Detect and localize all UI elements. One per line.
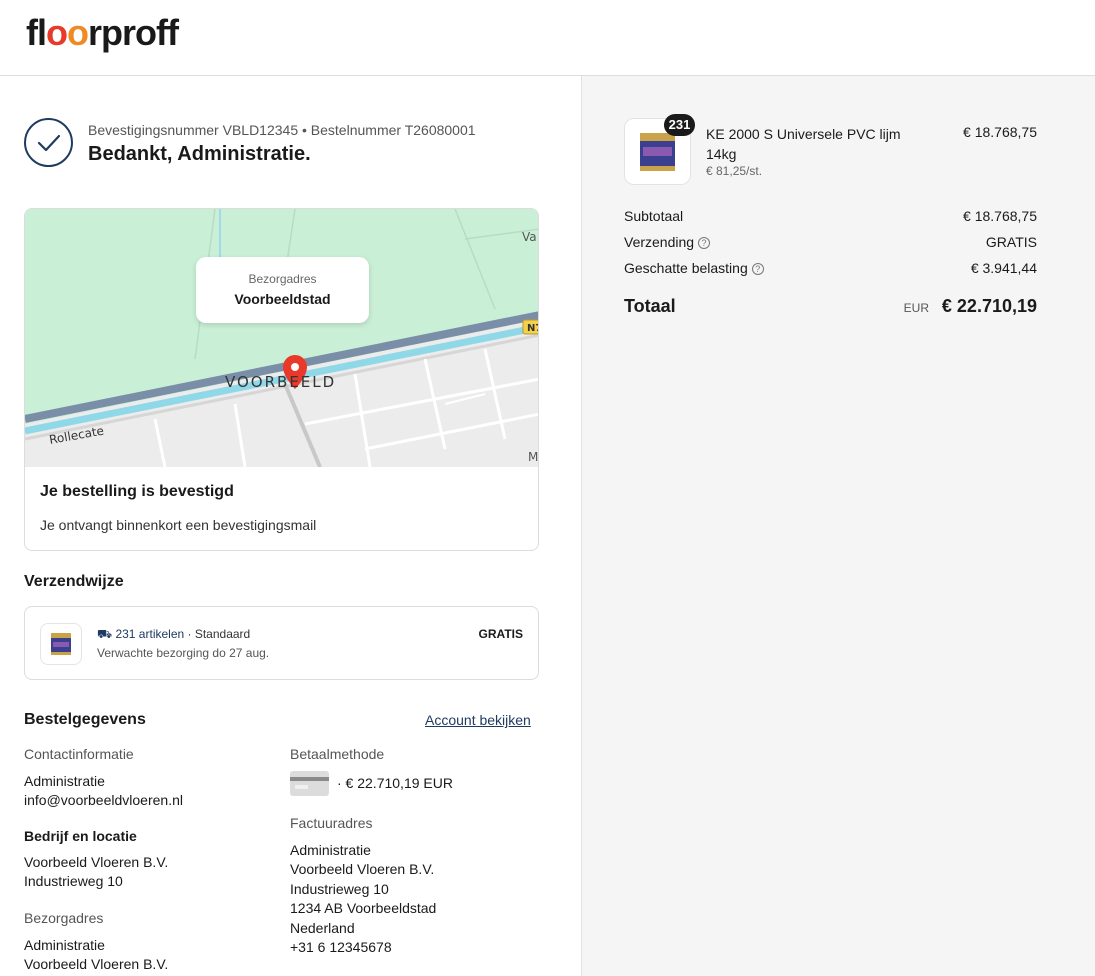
subtotal-value: € 18.768,75 <box>963 208 1037 224</box>
shipping-card: ⛟ 231 artikelen · Standaard Verwachte be… <box>24 606 539 680</box>
subtotal-row: Subtotaal € 18.768,75 <box>624 208 1037 224</box>
total-value: € 22.710,19 <box>941 296 1037 316</box>
product-thumbnail <box>40 623 82 665</box>
tax-value: € 3.941,44 <box>970 260 1037 276</box>
credit-card-icon <box>290 771 329 796</box>
delivery-name: Administratie <box>24 937 105 953</box>
billing-line: +31 6 12345678 <box>290 939 392 955</box>
total-currency: EUR <box>903 301 929 315</box>
map-label-edge-top: Va <box>522 230 537 244</box>
logo-part: o <box>46 12 68 53</box>
main-column: Bevestigingsnummer VBLD12345 • Bestelnum… <box>0 76 581 976</box>
order-confirmed-card: VOORBEELD Rollecate N7 Va M Bezorgadres … <box>24 208 539 551</box>
items-link[interactable]: 231 artikelen <box>115 627 184 641</box>
logo-part: o <box>67 12 89 53</box>
confirmed-title: Je bestelling is bevestigd <box>40 483 234 500</box>
logo-part: fl <box>26 12 47 53</box>
shipping-label: Verzending <box>624 234 695 250</box>
map-label-edge-bottom: M <box>528 450 538 464</box>
info-icon[interactable]: ? <box>698 237 711 250</box>
company-name: Voorbeeld Vloeren B.V. <box>24 854 169 870</box>
tax-label: Geschatte belasting <box>624 260 748 276</box>
account-link[interactable]: Account bekijken <box>425 712 531 728</box>
delivery-company: Voorbeeld Vloeren B.V. <box>24 956 169 972</box>
delivery-label: Bezorgadres <box>24 910 104 926</box>
delivery-address-popup: Bezorgadres Voorbeeldstad <box>196 257 369 323</box>
confirmed-subtitle: Je ontvangt binnenkort een bevestigingsm… <box>40 517 317 533</box>
info-icon[interactable]: ? <box>751 263 764 276</box>
delivery-map[interactable]: VOORBEELD Rollecate N7 Va M Bezorgadres … <box>25 209 539 468</box>
header: floorproff <box>0 0 1095 76</box>
map-road-badge: N7 <box>527 323 539 334</box>
confirmation-numbers: Bevestigingsnummer VBLD12345 • Bestelnum… <box>88 122 476 138</box>
shipping-summary: ⛟ 231 artikelen · Standaard <box>97 627 250 643</box>
shipping-price: GRATIS <box>478 627 523 641</box>
tax-row: Geschatte belasting? € 3.941,44 <box>624 260 1037 276</box>
total-label: Totaal <box>624 296 676 316</box>
logo-part: rproff <box>88 12 179 53</box>
payment-label: Betaalmethode <box>290 746 385 762</box>
contact-email: info@voorbeeldvloeren.nl <box>24 792 183 808</box>
shipping-method: · Standaard <box>184 627 251 641</box>
map-label-town: VOORBEELD <box>225 373 336 391</box>
page-title: Bedankt, Administratie. <box>88 143 311 165</box>
check-icon <box>24 118 73 167</box>
billing-label: Factuuradres <box>290 815 373 831</box>
truck-icon: ⛟ <box>97 627 113 641</box>
billing-line: 1234 AB Voorbeeldstad <box>290 900 437 916</box>
company-label: Bedrijf en locatie <box>24 828 137 844</box>
billing-line: Nederland <box>290 920 355 936</box>
billing-line: Administratie <box>290 842 371 858</box>
company-street: Industrieweg 10 <box>24 873 123 889</box>
shipping-section-title: Verzendwijze <box>24 573 124 590</box>
billing-line: Voorbeeld Vloeren B.V. <box>290 861 435 877</box>
payment-value: · € 22.710,19 EUR <box>337 775 453 791</box>
popup-value: Voorbeeldstad <box>234 291 331 307</box>
shipping-value: GRATIS <box>985 234 1037 250</box>
product-unit-price: € 81,25/st. <box>706 164 763 178</box>
contact-name: Administratie <box>24 773 105 789</box>
shipping-row: Verzending? GRATIS <box>624 234 1037 250</box>
popup-label: Bezorgadres <box>248 272 317 286</box>
product-name: KE 2000 S Universele PVC lijm 14kg <box>706 126 901 162</box>
expected-delivery: Verwachte bezorging do 27 aug. <box>97 646 270 660</box>
billing-line: Industrieweg 10 <box>290 881 389 897</box>
quantity-badge: 231 <box>664 114 695 136</box>
product-price: € 18.768,75 <box>963 124 1037 140</box>
order-summary: 231 KE 2000 S Universele PVC lijm 14kg €… <box>581 76 1095 976</box>
subtotal-label: Subtotaal <box>624 208 684 224</box>
order-details-title: Bestelgegevens <box>24 711 146 728</box>
floorproff-logo[interactable]: floorproff <box>26 12 179 54</box>
contact-label: Contactinformatie <box>24 746 134 762</box>
